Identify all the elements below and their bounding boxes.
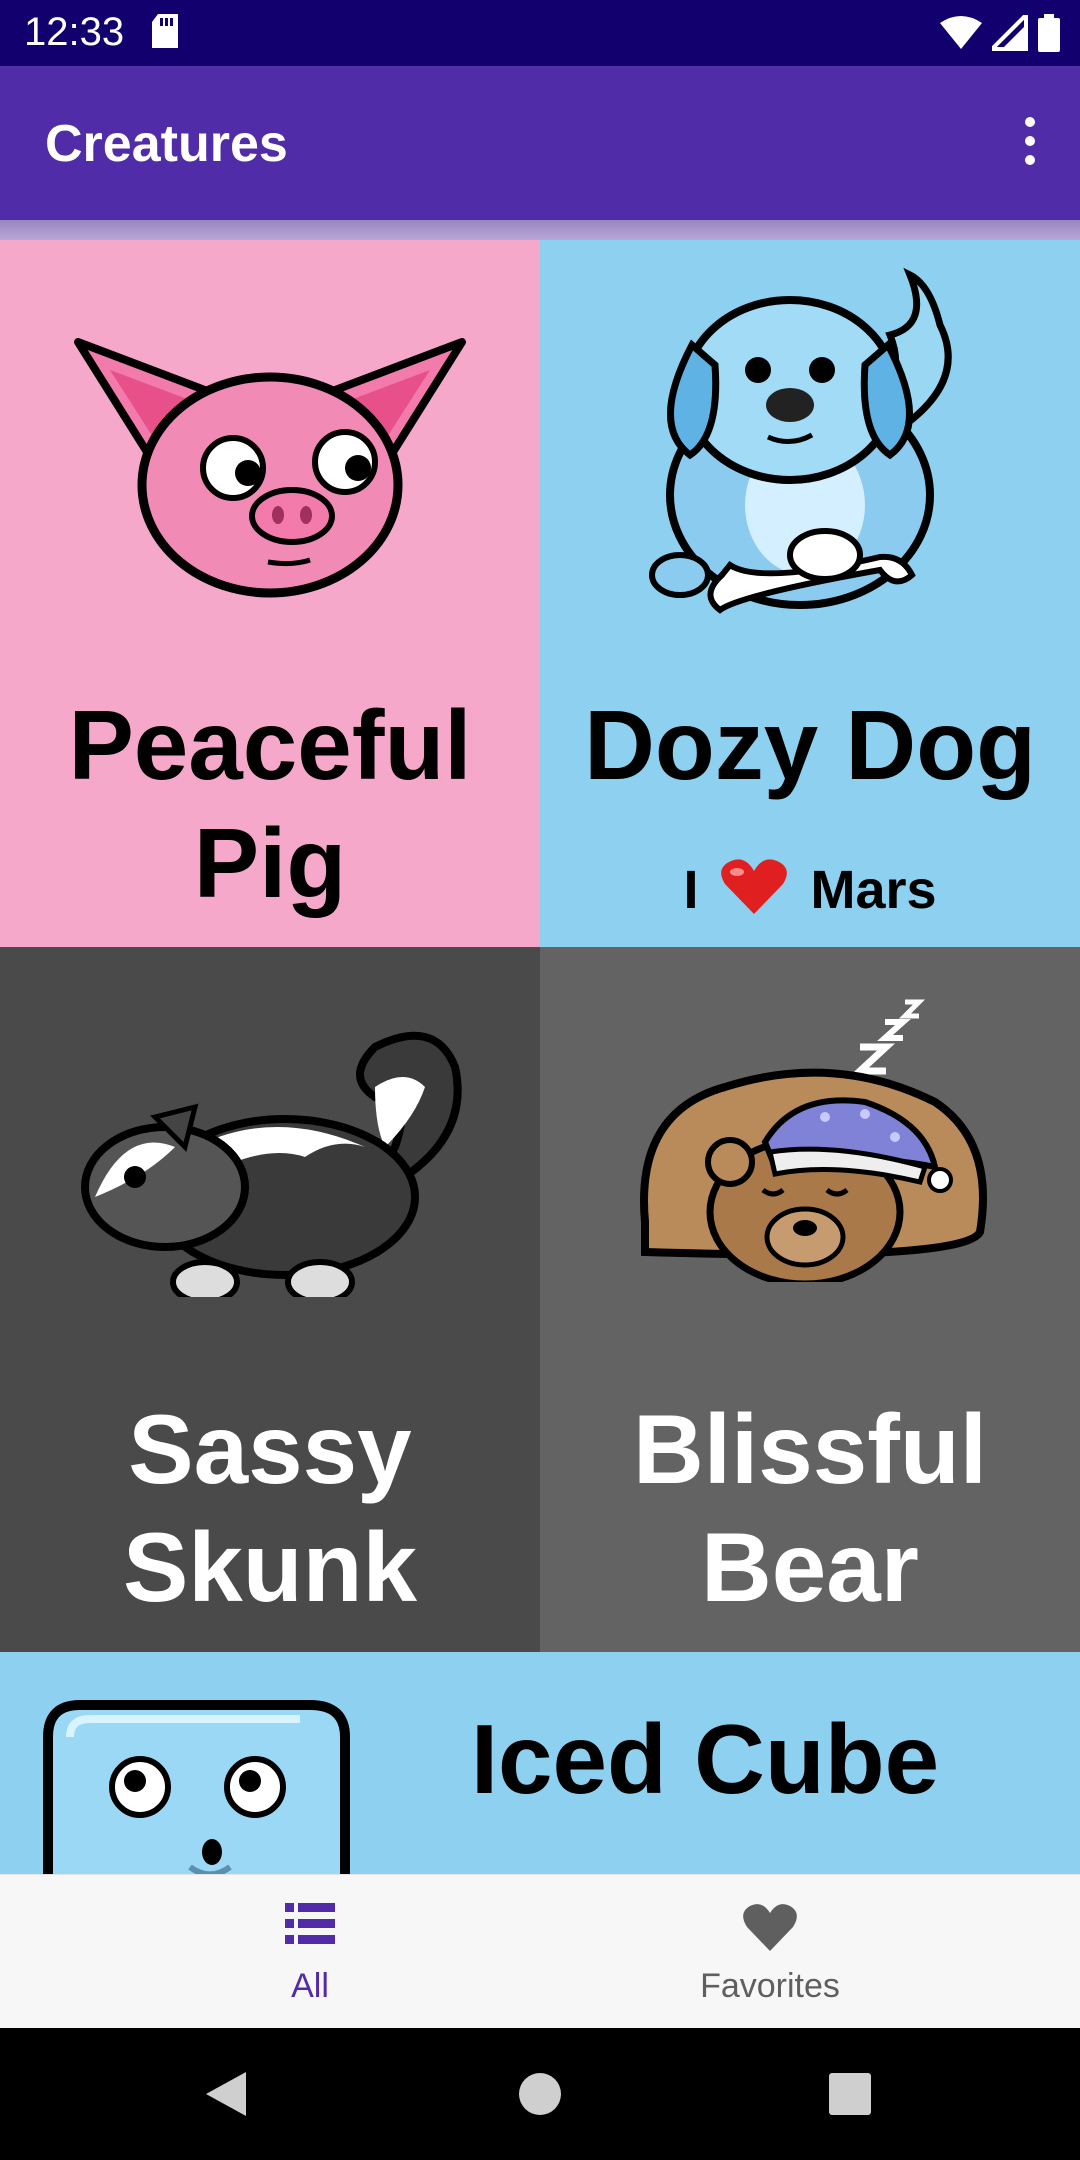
nav-label-all: All (291, 1967, 329, 2005)
creature-subtitle: I Mars (540, 858, 1080, 929)
system-navigation-bar (0, 2028, 1080, 2160)
battery-icon (1038, 14, 1060, 57)
creature-name-line-1: Blissful (633, 1394, 987, 1504)
heart-icon (721, 858, 788, 929)
creature-name-line-2: Pig (193, 808, 347, 918)
skunk-icon (81, 1031, 462, 1297)
creature-name-line-1: Dozy Dog (584, 690, 1036, 800)
back-icon[interactable] (204, 2070, 248, 2123)
creature-name-line-1: Iced Cube (470, 1704, 940, 1814)
creature-card-blissful-bear[interactable]: Blissful Bear (540, 947, 1080, 1652)
nav-item-favorites[interactable]: Favorites (500, 1875, 1040, 2029)
creature-card-peaceful-pig[interactable]: Peaceful Pig (0, 240, 540, 947)
status-bar: 12:33 (0, 0, 1080, 66)
nav-item-all[interactable]: All (40, 1875, 580, 2029)
app-title: Creatures (45, 115, 288, 173)
creature-name-line-2: Bear (701, 1512, 919, 1622)
sd-card-icon (150, 14, 180, 55)
creature-name-line-2: Skunk (122, 1512, 418, 1622)
cell-signal-icon (987, 10, 1028, 56)
creature-card-sassy-skunk[interactable]: Sassy Skunk (0, 947, 540, 1652)
creature-card-dozy-dog[interactable]: Dozy Dog I Mars (540, 240, 1080, 947)
more-vert-icon[interactable] (1020, 116, 1040, 166)
list-icon (285, 1903, 335, 1950)
creature-grid[interactable]: Peaceful Pig Dozy Dog I Mars Sassy Skunk… (0, 240, 1080, 1874)
creature-name-line-1: Peaceful (68, 690, 472, 800)
app-bar: Creatures (0, 66, 1080, 220)
dog-icon (649, 267, 952, 614)
bottom-navigation: All Favorites (0, 1874, 1080, 2029)
ice-cube-icon (43, 1700, 350, 1874)
pig-icon (74, 338, 466, 598)
app-bar-divider (0, 220, 1080, 240)
wifi-icon (940, 15, 982, 56)
nav-label-favorites: Favorites (700, 1967, 840, 2005)
subtitle-suffix: Mars (810, 860, 937, 920)
status-time: 12:33 (24, 10, 125, 54)
creature-card-iced-cube[interactable]: Iced Cube (0, 1652, 1080, 1874)
heart-icon (742, 1903, 798, 1958)
subtitle-prefix: I (683, 860, 699, 920)
creature-name-line-1: Sassy (128, 1394, 412, 1504)
bear-icon (640, 999, 987, 1282)
home-icon[interactable] (518, 2072, 562, 2121)
recents-icon[interactable] (829, 2073, 871, 2120)
